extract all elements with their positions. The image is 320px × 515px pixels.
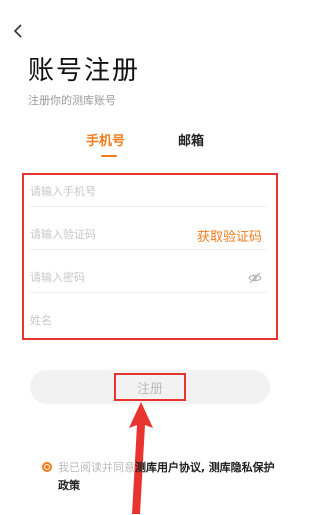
registration-form: 获取验证码 bbox=[22, 173, 278, 340]
user-agreement-link[interactable]: 测库用户协议, bbox=[135, 461, 205, 474]
tab-phone[interactable]: 手机号 bbox=[86, 130, 125, 149]
phone-field bbox=[30, 177, 266, 207]
agreement-prefix: 我已阅读并同意 bbox=[58, 461, 135, 474]
register-button-label: 注册 bbox=[136, 381, 163, 397]
back-button[interactable] bbox=[8, 20, 28, 42]
page-subtitle: 注册你的测库账号 bbox=[28, 94, 116, 107]
tab-bar: 手机号 邮箱 bbox=[0, 130, 300, 160]
name-input[interactable] bbox=[30, 306, 180, 334]
annotation-arrow bbox=[129, 402, 153, 514]
tab-email[interactable]: 邮箱 bbox=[178, 130, 204, 149]
verification-code-input[interactable] bbox=[30, 220, 180, 248]
agreement-text: 我已阅读并同意测库用户协议, 测库隐私保护政策 bbox=[58, 459, 280, 495]
password-field bbox=[30, 263, 266, 293]
get-code-button[interactable]: 获取验证码 bbox=[197, 226, 262, 245]
register-button-highlight[interactable]: 注册 bbox=[114, 373, 186, 401]
phone-input[interactable] bbox=[30, 177, 180, 205]
agreement-radio[interactable] bbox=[42, 462, 52, 472]
page-title: 账号注册 bbox=[28, 56, 141, 86]
password-input[interactable] bbox=[30, 263, 180, 291]
code-field: 获取验证码 bbox=[30, 220, 266, 250]
eye-slash-icon[interactable] bbox=[248, 271, 262, 285]
name-field bbox=[30, 306, 266, 336]
active-tab-indicator bbox=[101, 155, 117, 157]
chevron-left-icon bbox=[13, 24, 22, 38]
